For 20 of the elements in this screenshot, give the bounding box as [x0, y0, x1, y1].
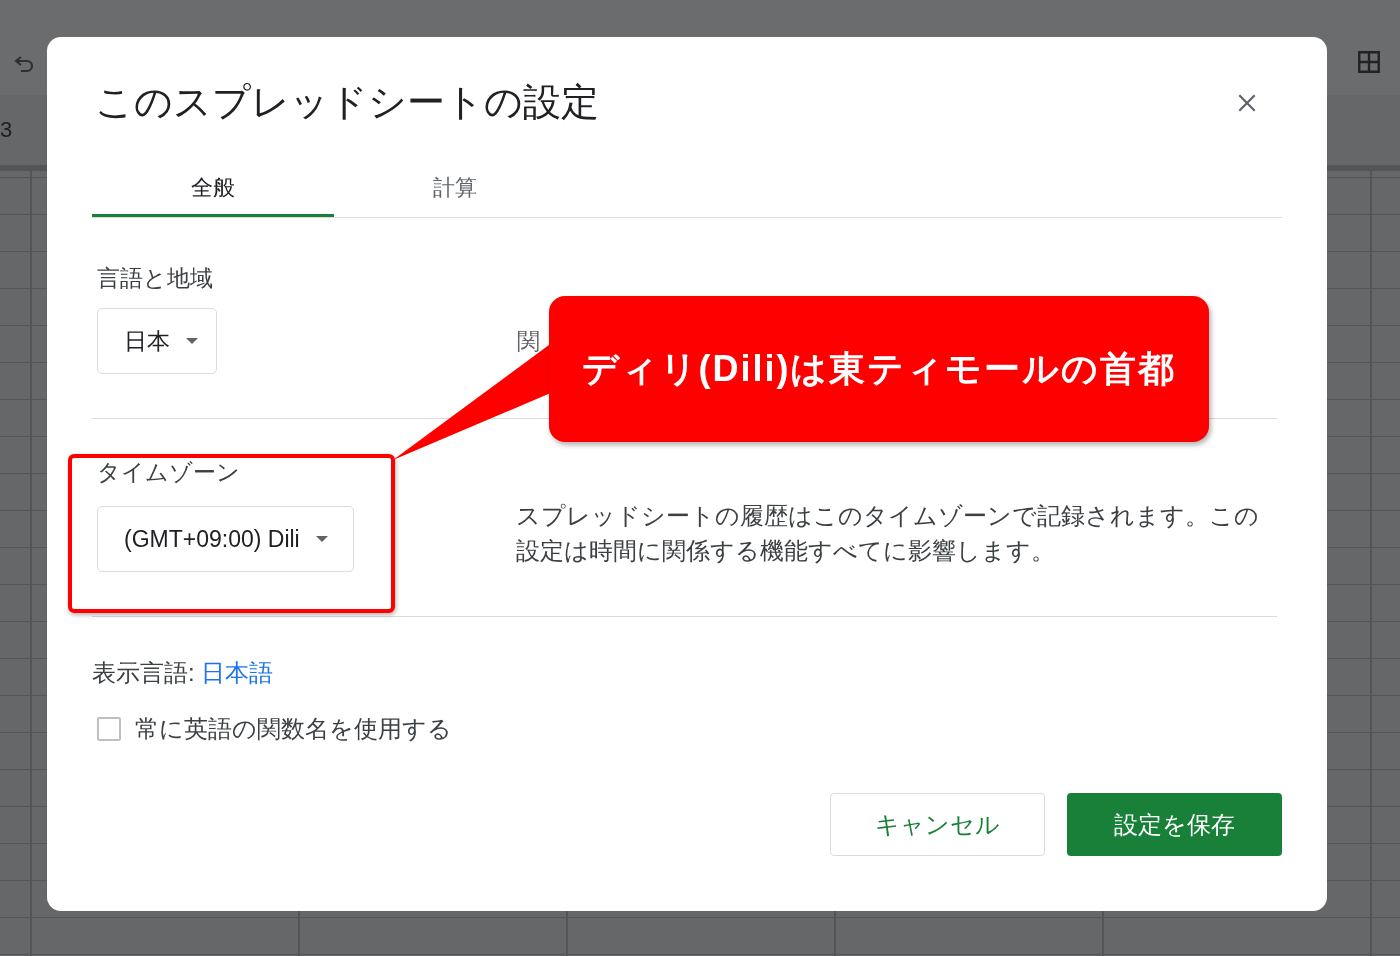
section-label: タイムゾーン — [97, 459, 240, 485]
save-button[interactable]: 設定を保存 — [1067, 793, 1282, 856]
timezone-dropdown[interactable]: (GMT+09:00) Dili — [97, 506, 354, 572]
section-label: 言語と地域 — [97, 265, 213, 291]
display-language-label: 表示言語: — [92, 658, 195, 688]
tab[interactable]: 全般 — [92, 164, 334, 217]
cancel-button[interactable]: キャンセル — [830, 793, 1045, 856]
dialog-title: このスプレッドシートの設定 — [95, 80, 599, 125]
callout-text: ディリ(Dili)は東ティモールの首都 — [581, 346, 1177, 391]
grid-icon[interactable] — [1356, 49, 1382, 75]
display-language-link[interactable]: 日本語 — [200, 657, 273, 689]
locale-dropdown[interactable]: 日本 — [97, 308, 217, 374]
caret-icon — [315, 536, 328, 542]
caret-icon — [186, 338, 198, 344]
timezone-description: スプレッドシートの履歴はこのタイムゾーンで記録されます。この設定は時間に関係する機能すべてに影響します。 — [516, 501, 1260, 566]
checkbox[interactable] — [97, 717, 121, 741]
tab[interactable]: 計算 — [334, 164, 576, 217]
function-text: 関 — [517, 326, 540, 356]
row-number: 3 — [0, 117, 13, 143]
checkbox-label: 常に英語の関数名を使用する — [135, 714, 452, 744]
